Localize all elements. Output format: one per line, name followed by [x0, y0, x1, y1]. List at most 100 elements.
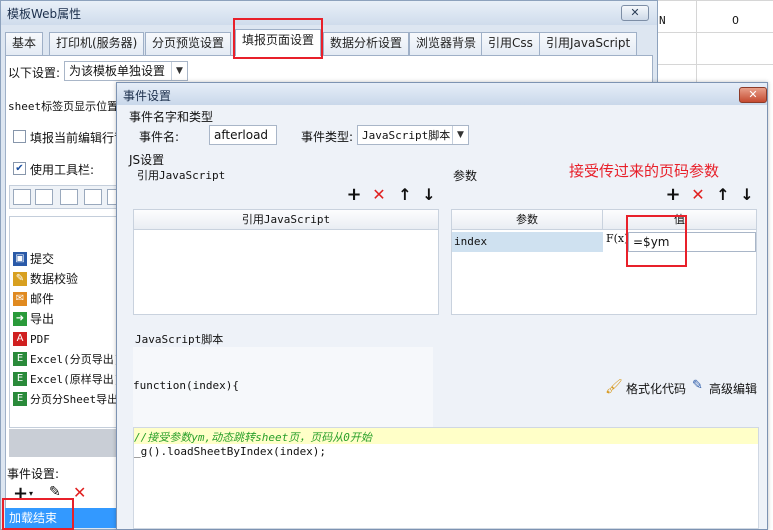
toolbar-button-item[interactable]: E Excel(分页导出)	[10, 349, 118, 369]
code-editor[interactable]: //接受参数ym,动态跳转sheet页，页码从0开始 _g().loadShee…	[133, 427, 759, 529]
close-icon: ✕	[630, 6, 640, 19]
toolbar-button-item[interactable]: A PDF	[10, 329, 118, 349]
format-code-icon[interactable]: 🖌	[605, 379, 623, 395]
tab-4[interactable]: 数据分析设置	[323, 32, 410, 55]
formula-icon[interactable]: F(x)	[606, 232, 628, 245]
tab-1[interactable]: 打印机(服务器)	[49, 32, 145, 55]
tab-5[interactable]: 浏览器背景	[409, 32, 484, 55]
move-up-icon[interactable]: ↑	[715, 187, 731, 203]
tab-2[interactable]: 分页预览设置	[145, 32, 232, 55]
function-signature-area: function(index){	[133, 347, 433, 427]
add-ref-js-icon[interactable]: +	[346, 186, 362, 204]
event-settings-dialog: 事件设置 ✕ 事件名字和类型 事件名: afterload 事件类型: Java…	[116, 82, 768, 530]
name-type-section-label: 事件名字和类型	[129, 110, 214, 124]
move-down-icon[interactable]: ↓	[421, 187, 437, 203]
toolbar-preview	[9, 185, 117, 209]
params-table: 参数 值 index F(x) =$ym	[451, 209, 757, 315]
toolbar-item-icon: ✎	[13, 272, 27, 286]
tab-6[interactable]: 引用Css	[481, 32, 540, 55]
toolbar-button-item[interactable]: ▣ 提交	[10, 249, 118, 269]
param-value-field[interactable]: =$ym	[628, 232, 756, 252]
sheet-tab-position-label: sheet标签页显示位置	[8, 100, 119, 113]
toolbar-item-label: PDF	[30, 333, 50, 346]
toolbar-item-label: Excel(分页导出)	[30, 353, 118, 366]
tab-3[interactable]: 填报页面设置	[235, 29, 322, 56]
params-label: 参数	[453, 169, 478, 183]
toolbar-item-icon: E	[13, 352, 27, 366]
code-line: _g().loadSheetByIndex(index);	[134, 445, 327, 458]
outer-dialog-title: 模板Web属性	[7, 7, 82, 21]
param-name: index	[454, 235, 488, 248]
event-type-value: JavaScript脚本	[362, 129, 451, 142]
toolbar-button-list: ▣ 提交 ✎ 数据校验 ✉ 邮件 ➜ 导出 A PDF E Excel(分页导出) E Excel(原样导…	[9, 216, 118, 428]
event-name-field[interactable]: afterload	[209, 125, 277, 145]
add-param-icon[interactable]: +	[665, 186, 681, 204]
use-toolbar-checkbox[interactable]: ✔	[13, 162, 26, 175]
function-signature: function(index){	[133, 379, 239, 392]
inner-dialog-title: 事件设置	[123, 89, 172, 103]
toolbar-item-label: 邮件	[30, 292, 55, 306]
ref-js-label: 引用JavaScript	[137, 169, 226, 182]
move-down-icon[interactable]: ↓	[739, 187, 755, 203]
delete-ref-js-icon[interactable]: ✕	[371, 187, 387, 203]
edit-icon[interactable]	[35, 189, 53, 205]
event-settings-label: 事件设置:	[7, 467, 60, 481]
format-code-button[interactable]: 格式化代码	[626, 380, 686, 397]
advanced-edit-icon[interactable]: ✎	[692, 378, 703, 393]
tab-bar: 基本 打印机(服务器) 分页预览设置 填报页面设置 数据分析设置 浏览器背景 引用Css 引用…	[5, 29, 655, 56]
chevron-down-icon[interactable]: ▾	[29, 489, 33, 498]
inner-close-button[interactable]: ✕	[739, 87, 767, 103]
code-comment: //接受参数ym,动态跳转sheet页，页码从0开始	[134, 431, 372, 444]
outer-title-bar: 模板Web属性 ✕	[1, 1, 657, 25]
toolbar-button-item[interactable]: ➜ 导出	[10, 309, 118, 329]
cell-value: 0	[732, 14, 739, 27]
edit-event-icon[interactable]: ✎	[49, 484, 61, 500]
toolbar-item-label: 分页分Sheet导出	[30, 393, 118, 406]
js-script-label: JavaScript脚本	[135, 333, 224, 346]
ref-js-column-header: 引用JavaScript	[134, 210, 438, 230]
current-row-checkbox[interactable]	[13, 130, 26, 143]
toolbar-item-label: 数据校验	[30, 272, 79, 286]
advanced-edit-button[interactable]: 高级编辑	[709, 380, 757, 397]
toolbar-item-icon: ▣	[13, 252, 27, 266]
add-event-icon[interactable]: +	[13, 483, 28, 504]
param-row[interactable]: index	[452, 232, 603, 252]
toolbar-button-item[interactable]: E 分页分Sheet导出	[10, 389, 118, 409]
close-icon: ✕	[748, 88, 758, 101]
toolbar-item-icon: ➜	[13, 312, 27, 326]
js-section-label: JS设置	[129, 153, 165, 167]
toolbar-item-icon: A	[13, 332, 27, 346]
tab-0[interactable]: 基本	[5, 32, 44, 55]
toolbar-button-item[interactable]: ✉ 邮件	[10, 289, 118, 309]
toolbar-button-item[interactable]: ✎ 数据校验	[10, 269, 118, 289]
chevron-down-icon: ▼	[171, 62, 187, 80]
toolbar-item-label: Excel(原样导出)	[30, 373, 118, 386]
event-name-label: 事件名:	[139, 130, 180, 144]
toolbar-button-item[interactable]: E Excel(原样导出)	[10, 369, 118, 389]
annotation-param: 接受传过来的页码参数	[569, 162, 720, 180]
inner-title-bar: 事件设置 ✕	[117, 83, 767, 105]
list-scroll-area	[9, 429, 117, 457]
event-type-label: 事件类型:	[301, 130, 354, 144]
print-icon[interactable]	[60, 189, 78, 205]
event-type-select[interactable]: JavaScript脚本 ▼	[357, 125, 469, 145]
toolbar-item-icon: ✉	[13, 292, 27, 306]
event-list-item[interactable]: 加载结束	[5, 508, 117, 528]
outer-close-button[interactable]: ✕	[621, 5, 649, 21]
settings-scope-value: 为该模板单独设置	[69, 64, 166, 78]
settings-label: 以下设置:	[8, 66, 61, 80]
param-value-header: 值	[603, 210, 756, 230]
param-name-header: 参数	[452, 210, 603, 230]
save-icon[interactable]	[13, 189, 31, 205]
settings-scope-select[interactable]: 为该模板单独设置 ▼	[64, 61, 188, 81]
toolbar-item-label: 提交	[30, 252, 55, 266]
move-up-icon[interactable]: ↑	[397, 187, 413, 203]
tab-7[interactable]: 引用JavaScript	[539, 32, 638, 55]
delete-param-icon[interactable]: ✕	[690, 187, 706, 203]
chevron-down-icon: ▼	[452, 126, 468, 144]
column-header-n: N	[659, 14, 666, 27]
use-toolbar-label: 使用工具栏:	[30, 163, 95, 177]
export-icon[interactable]	[84, 189, 102, 205]
delete-event-icon[interactable]: ✕	[73, 483, 86, 502]
current-row-label: 填报当前编辑行背	[30, 131, 127, 145]
